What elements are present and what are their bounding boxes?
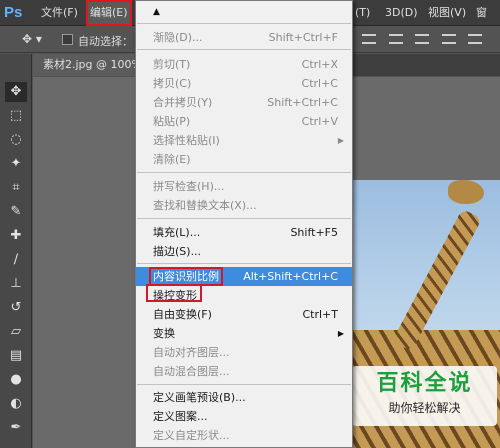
menu-3d[interactable]: 3D(D) [385,0,418,26]
submenu-arrow-icon: ▶ [337,329,344,338]
giraffe-head [448,180,484,204]
dodge-icon[interactable]: ◐ [5,394,27,414]
menu-separator [137,384,351,385]
brush-icon[interactable]: ∕ [5,250,27,270]
menu-item-fade[interactable]: 渐隐(D)... Shift+Ctrl+F [136,28,352,47]
menu-item-auto-align[interactable]: 自动对齐图层... [136,343,352,362]
marquee-icon[interactable]: ⬚ [5,106,27,126]
align-middle-icon[interactable] [388,34,403,44]
menu-3d-partial[interactable]: (T) [355,0,370,26]
align-top-icon[interactable] [362,34,376,44]
menu-item-define-pattern[interactable]: 定义图案... [136,407,352,426]
menu-item-clear[interactable]: 清除(E) [136,150,352,169]
menu-edit[interactable]: 编辑(E) [86,0,132,26]
photoshop-logo: Ps [4,4,23,21]
menu-item-copy-merged[interactable]: 合并拷贝(Y) Shift+Ctrl+C [136,93,352,112]
menu-item-find-replace[interactable]: 查找和替换文本(X)... [136,196,352,215]
menu-item-define-brush[interactable]: 定义画笔预设(B)... [136,388,352,407]
watermark-subtitle: 助你轻松解决 [388,401,461,415]
watermark-logo: 百科全说 助你轻松解决 [352,366,497,426]
crop-icon[interactable]: ⌗ [5,178,27,198]
menu-view[interactable]: 视图(V) [428,0,466,26]
magic-wand-icon[interactable]: ✦ [5,154,27,174]
align-left-icon[interactable] [441,34,456,44]
tools-panel: ✥ ⬚ ◌ ✦ ⌗ ✎ ✚ ∕ ⊥ ↺ ▱ ▤ ● ◐ ✒ [0,54,32,448]
edit-menu-dropdown: ▲ 渐隐(D)... Shift+Ctrl+F 剪切(T) Ctrl+X 拷贝(… [135,0,353,448]
annotation-highlight-box [146,284,202,302]
document-tab[interactable]: 素材2.jpg @ 100% [33,54,138,76]
menu-item-spell-check[interactable]: 拼写检查(H)... [136,177,352,196]
menu-separator [137,263,351,264]
clone-stamp-icon[interactable]: ⊥ [5,274,27,294]
menu-item-paste-special[interactable]: 选择性粘贴(I) ▶ [136,131,352,150]
menu-item-cut[interactable]: 剪切(T) Ctrl+X [136,55,352,74]
healing-brush-icon[interactable]: ✚ [5,226,27,246]
gradient-icon[interactable]: ▤ [5,346,27,366]
menu-item-copy[interactable]: 拷贝(C) Ctrl+C [136,74,352,93]
align-bottom-icon[interactable] [415,34,429,44]
menu-item-transform[interactable]: 变换 ▶ [136,324,352,343]
auto-select-label: 自动选择： [78,35,133,48]
pen-icon[interactable]: ✒ [5,418,27,438]
blur-icon[interactable]: ● [5,370,27,390]
watermark-title: 百科全说 [376,371,473,396]
align-center-icon[interactable] [468,34,482,44]
menu-file[interactable]: 文件(F) [41,0,78,26]
menu-item-stroke[interactable]: 描边(S)... [136,242,352,261]
menu-item-fill[interactable]: 填充(L)... Shift+F5 [136,223,352,242]
eyedropper-icon[interactable]: ✎ [5,202,27,222]
move-icon[interactable]: ✥ [5,82,27,102]
scroll-up-icon[interactable]: ▲ [136,1,352,23]
menu-item-free-transform[interactable]: 自由变换(F) Ctrl+T [136,305,352,324]
eraser-icon[interactable]: ▱ [5,322,27,342]
auto-select-checkbox[interactable] [62,34,73,45]
menu-separator [137,23,351,24]
menu-item-define-shape[interactable]: 定义自定形状... [136,426,352,445]
menu-window[interactable]: 窗 [476,0,487,26]
align-buttons [362,34,500,46]
move-tool-preset-icon[interactable]: ✥ ▾ [22,32,42,46]
menu-separator [137,218,351,219]
history-brush-icon[interactable]: ↺ [5,298,27,318]
submenu-arrow-icon: ▶ [337,136,344,145]
menu-separator [137,49,351,50]
menu-separator [137,172,351,173]
menu-item-auto-blend[interactable]: 自动混合图层... [136,362,352,381]
lasso-icon[interactable]: ◌ [5,130,27,150]
menu-item-paste[interactable]: 粘贴(P) Ctrl+V [136,112,352,131]
